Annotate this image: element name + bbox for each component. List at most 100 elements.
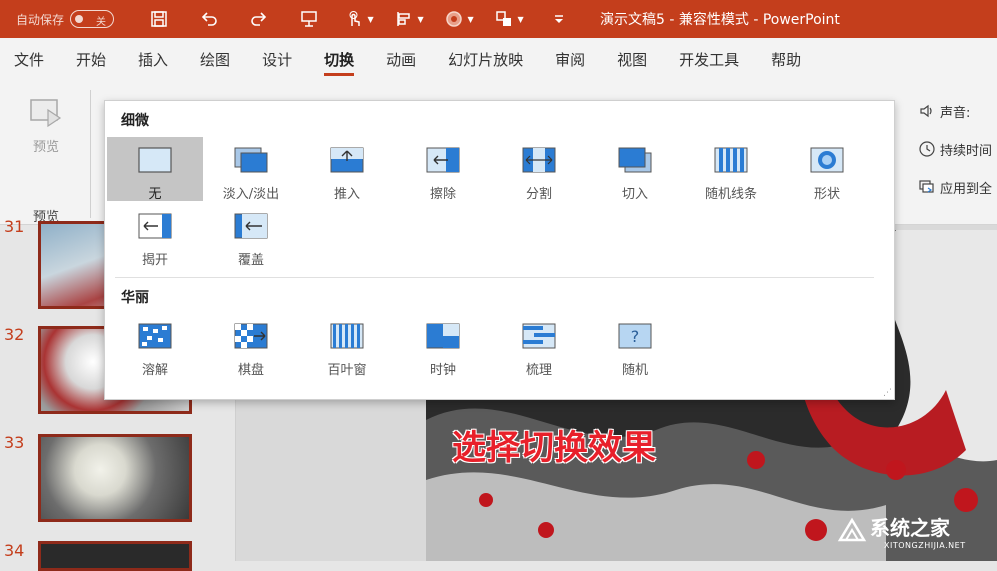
fade-transition-icon: [234, 147, 268, 173]
chevron-down-icon: ▼: [517, 14, 524, 24]
autosave-toggle[interactable]: 关: [70, 10, 115, 28]
align-icon: [397, 12, 411, 26]
transition-checkerboard[interactable]: 棋盘: [203, 313, 299, 378]
transition-label: 溶解: [141, 363, 168, 378]
theme-button[interactable]: ▼: [434, 0, 484, 38]
document-title: 演示文稿5 - 兼容性模式 - PowerPoint: [600, 12, 840, 28]
clock-transition-icon: [426, 323, 460, 349]
tab-file[interactable]: 文件: [0, 38, 60, 82]
chevron-down-icon: ▼: [467, 14, 474, 24]
autosave-state: 关: [96, 17, 107, 28]
transition-label: 随机: [621, 363, 648, 378]
duration-control[interactable]: 持续时间: [918, 130, 992, 168]
toggle-knob: [75, 15, 84, 23]
blinds-transition-icon: [330, 323, 364, 349]
tab-slideshow[interactable]: 幻灯片放映: [432, 38, 539, 82]
undo-icon: [201, 12, 217, 26]
checkerboard-transition-icon: [234, 323, 268, 349]
transition-uncover[interactable]: 揭开: [107, 203, 203, 268]
transition-blinds[interactable]: 百叶窗: [299, 313, 395, 378]
cover-transition-icon: [234, 213, 268, 239]
undo-button[interactable]: [184, 0, 234, 38]
tab-developer[interactable]: 开发工具: [663, 38, 755, 82]
transition-label: 百叶窗: [327, 363, 367, 378]
transition-label: 覆盖: [237, 253, 264, 268]
title-bar: 自动保存 关 ▼ ▼ ▼ ▼ 演示文稿5 - 兼容性模式 - PowerPoin…: [0, 0, 997, 38]
present-icon: [301, 11, 317, 27]
transition-label: 无: [148, 187, 162, 202]
transition-label: 擦除: [429, 187, 456, 202]
transition-label: 随机线条: [704, 187, 757, 202]
transition-cut[interactable]: 切入: [587, 137, 683, 202]
present-button[interactable]: [284, 0, 334, 38]
cut-transition-icon: [618, 147, 652, 173]
transition-label: 时钟: [429, 363, 456, 378]
customize-icon: [555, 15, 564, 23]
transition-cover[interactable]: 覆盖: [203, 203, 299, 268]
transition-label: 棋盘: [237, 363, 264, 378]
autosave-control[interactable]: 自动保存 关: [16, 10, 115, 28]
tab-view[interactable]: 视图: [601, 38, 663, 82]
shape-transition-icon: [810, 147, 844, 173]
tab-design[interactable]: 设计: [246, 38, 308, 82]
transition-none[interactable]: 无: [107, 137, 203, 202]
redo-icon: [251, 12, 267, 26]
svg-text:?: ?: [631, 327, 640, 346]
apply-all-icon: [919, 180, 934, 193]
tab-insert[interactable]: 插入: [122, 38, 184, 82]
section-divider: [115, 277, 874, 278]
align-button[interactable]: ▼: [384, 0, 434, 38]
clock-icon: [919, 141, 935, 157]
transition-clock[interactable]: 时钟: [395, 313, 491, 378]
tab-draw[interactable]: 绘图: [184, 38, 246, 82]
preview-icon: [30, 99, 62, 128]
duration-label: 持续时间: [940, 143, 993, 159]
transition-random[interactable]: ? 随机: [587, 313, 683, 378]
redo-button[interactable]: [234, 0, 284, 38]
resize-grip-icon[interactable]: ⋰: [883, 388, 892, 398]
transition-push[interactable]: 推入: [299, 137, 395, 202]
autosave-label: 自动保存: [16, 12, 65, 27]
preview-button[interactable]: 预览: [14, 96, 78, 155]
comb-transition-icon: [522, 323, 556, 349]
slide-thumbnail[interactable]: [38, 434, 192, 522]
random-bars-transition-icon: [714, 147, 748, 173]
touch-mode-button[interactable]: ▼: [334, 0, 384, 38]
save-button[interactable]: [134, 0, 184, 38]
transition-comb[interactable]: 梳理: [491, 313, 587, 378]
ribbon-tabs: 文件 开始 插入 绘图 设计 切换 动画 幻灯片放映 审阅 视图 开发工具 帮助: [0, 38, 997, 82]
tab-review[interactable]: 审阅: [539, 38, 601, 82]
transition-label: 形状: [813, 187, 840, 202]
tab-help[interactable]: 帮助: [755, 38, 817, 82]
customize-qat-button[interactable]: [534, 0, 584, 38]
none-transition-icon: [138, 147, 172, 173]
uncover-transition-icon: [138, 213, 172, 239]
sound-label: 声音:: [940, 105, 971, 121]
transition-split[interactable]: 分割: [491, 137, 587, 202]
transition-label: 分割: [525, 187, 552, 202]
watermark: 系统之家 XITONGZHIJIA.NET: [836, 512, 994, 558]
tab-transitions[interactable]: 切换: [308, 38, 370, 82]
quick-access-toolbar: ▼ ▼ ▼ ▼: [134, 0, 584, 38]
transition-fade[interactable]: 淡入/淡出: [203, 137, 299, 202]
transition-shape[interactable]: 形状: [779, 137, 875, 202]
arrange-button[interactable]: ▼: [484, 0, 534, 38]
watermark-cn: 系统之家: [870, 516, 950, 540]
watermark-logo-icon: [837, 517, 867, 542]
transition-wipe[interactable]: 擦除: [395, 137, 491, 202]
sound-control[interactable]: 声音:: [918, 92, 992, 130]
arrange-icon: [496, 11, 512, 26]
slide-thumbnail[interactable]: [38, 541, 192, 571]
speaker-icon: [920, 104, 932, 118]
chevron-down-icon: ▼: [417, 14, 424, 24]
transition-label: 梳理: [525, 363, 552, 378]
transition-dissolve[interactable]: 溶解: [107, 313, 203, 378]
slide-number: 33: [4, 433, 25, 452]
slide-number: 32: [4, 325, 25, 344]
slide-number: 31: [4, 217, 25, 236]
tab-animations[interactable]: 动画: [370, 38, 432, 82]
slide-caption: 选择切换效果: [452, 428, 656, 468]
transition-random-bars[interactable]: 随机线条: [683, 137, 779, 202]
tab-home[interactable]: 开始: [60, 38, 122, 82]
apply-to-all-button[interactable]: 应用到全: [918, 168, 992, 206]
